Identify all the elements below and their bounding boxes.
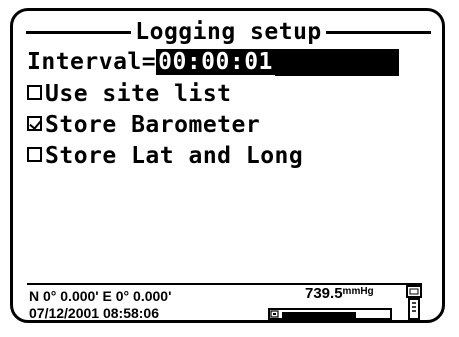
checkbox-store-lat-long[interactable] bbox=[27, 147, 42, 162]
checkbox-use-site-list[interactable] bbox=[27, 85, 42, 100]
pressure-value: 739.5 bbox=[305, 285, 343, 302]
option-label: Store Barometer bbox=[45, 112, 261, 138]
screen-title-bar: Logging setup bbox=[26, 18, 432, 46]
interval-label: Interval= bbox=[27, 49, 157, 75]
screen-title: Logging setup bbox=[135, 19, 322, 45]
checkbox-store-barometer[interactable] bbox=[27, 116, 42, 131]
title-rule-right bbox=[325, 30, 432, 34]
gps-coordinates: N 0° 0.000' E 0° 0.000' bbox=[29, 288, 172, 304]
interval-field[interactable]: 00:00:01 bbox=[156, 49, 275, 75]
title-rule-left bbox=[26, 30, 132, 34]
interval-field-highlight bbox=[274, 49, 399, 76]
option-label: Use site list bbox=[45, 81, 232, 107]
battery-gauge bbox=[268, 308, 392, 320]
option-store-barometer[interactable]: Store Barometer bbox=[27, 112, 260, 138]
pressure-unit: mmHg bbox=[342, 286, 374, 297]
option-use-site-list[interactable]: Use site list bbox=[27, 81, 232, 107]
option-store-lat-long[interactable]: Store Lat and Long bbox=[27, 143, 303, 169]
interval-row[interactable]: Interval=00:00:01 bbox=[27, 49, 399, 76]
battery-icon bbox=[270, 310, 279, 318]
handheld-device-icon bbox=[406, 285, 422, 320]
option-label: Store Lat and Long bbox=[45, 143, 304, 169]
date-time: 07/12/2001 08:58:06 bbox=[29, 305, 159, 321]
battery-level-bar bbox=[282, 312, 356, 318]
barometer-reading: 739.5mmHg bbox=[305, 285, 374, 302]
